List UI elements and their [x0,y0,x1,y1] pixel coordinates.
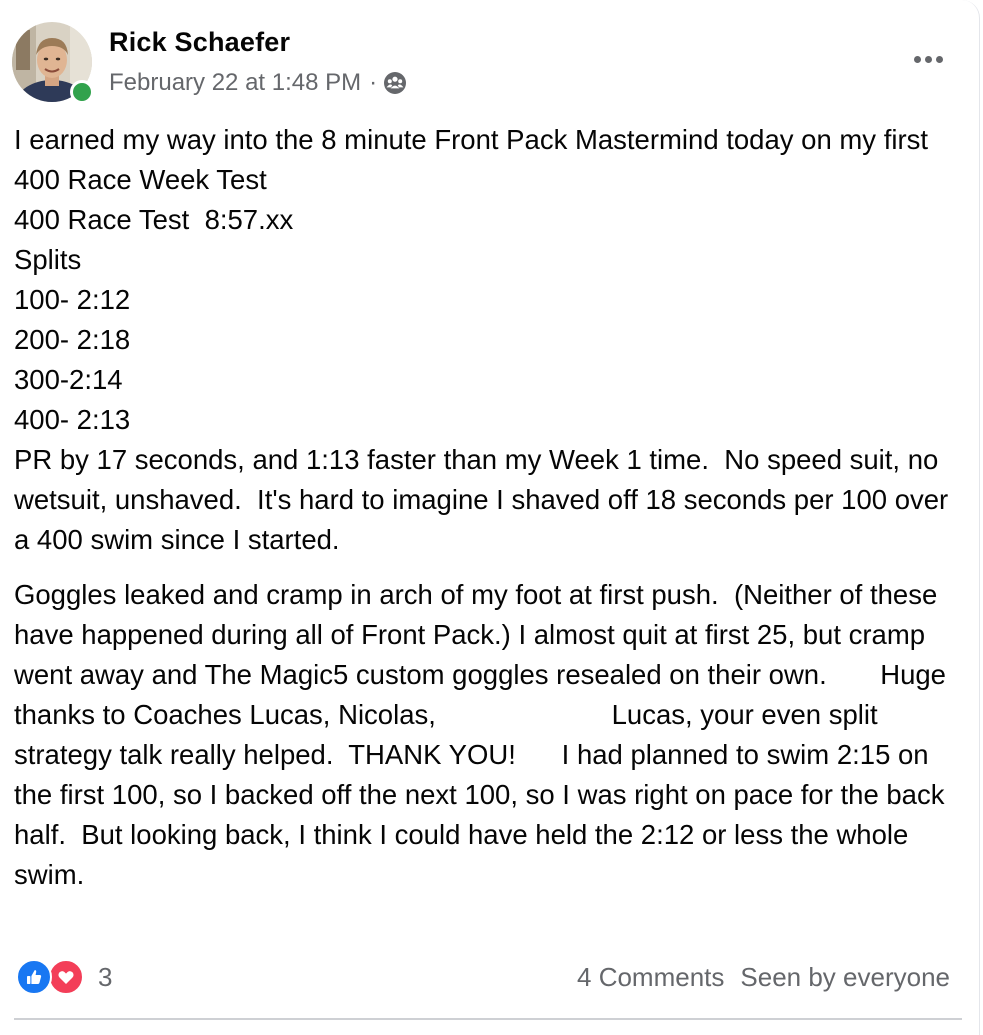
group-icon[interactable] [383,71,407,95]
post-stats: 4 Comments Seen by everyone [577,955,950,999]
comments-count-link[interactable]: 4 Comments [577,962,724,993]
seen-by-text[interactable]: Seen by everyone [740,962,950,993]
like-icon [16,959,52,995]
post-text: I earned my way into the 8 minute Front … [14,120,964,895]
post-paragraph: Goggles leaked and cramp in arch of my f… [14,579,954,890]
footer-divider [14,1018,962,1020]
author-avatar[interactable] [12,22,94,104]
reaction-count: 3 [98,961,113,992]
post-header: Rick Schaefer February 22 at 1:48 PM · [12,22,962,104]
author-name[interactable]: Rick Schaefer [109,27,290,58]
more-options-button[interactable] [906,44,950,74]
more-horizontal-icon [913,55,921,63]
post-footer: 3 4 Comments Seen by everyone [16,955,950,999]
reaction-summary[interactable]: 3 [16,955,112,999]
online-status-indicator [70,80,94,104]
meta-separator: · [369,69,378,96]
post-paragraph: I earned my way into the 8 minute Front … [14,124,949,555]
love-icon [48,959,84,995]
post-card: Rick Schaefer February 22 at 1:48 PM · I… [0,0,980,1035]
post-meta: February 22 at 1:48 PM · [109,69,407,97]
post-timestamp[interactable]: February 22 at 1:48 PM [109,69,361,97]
